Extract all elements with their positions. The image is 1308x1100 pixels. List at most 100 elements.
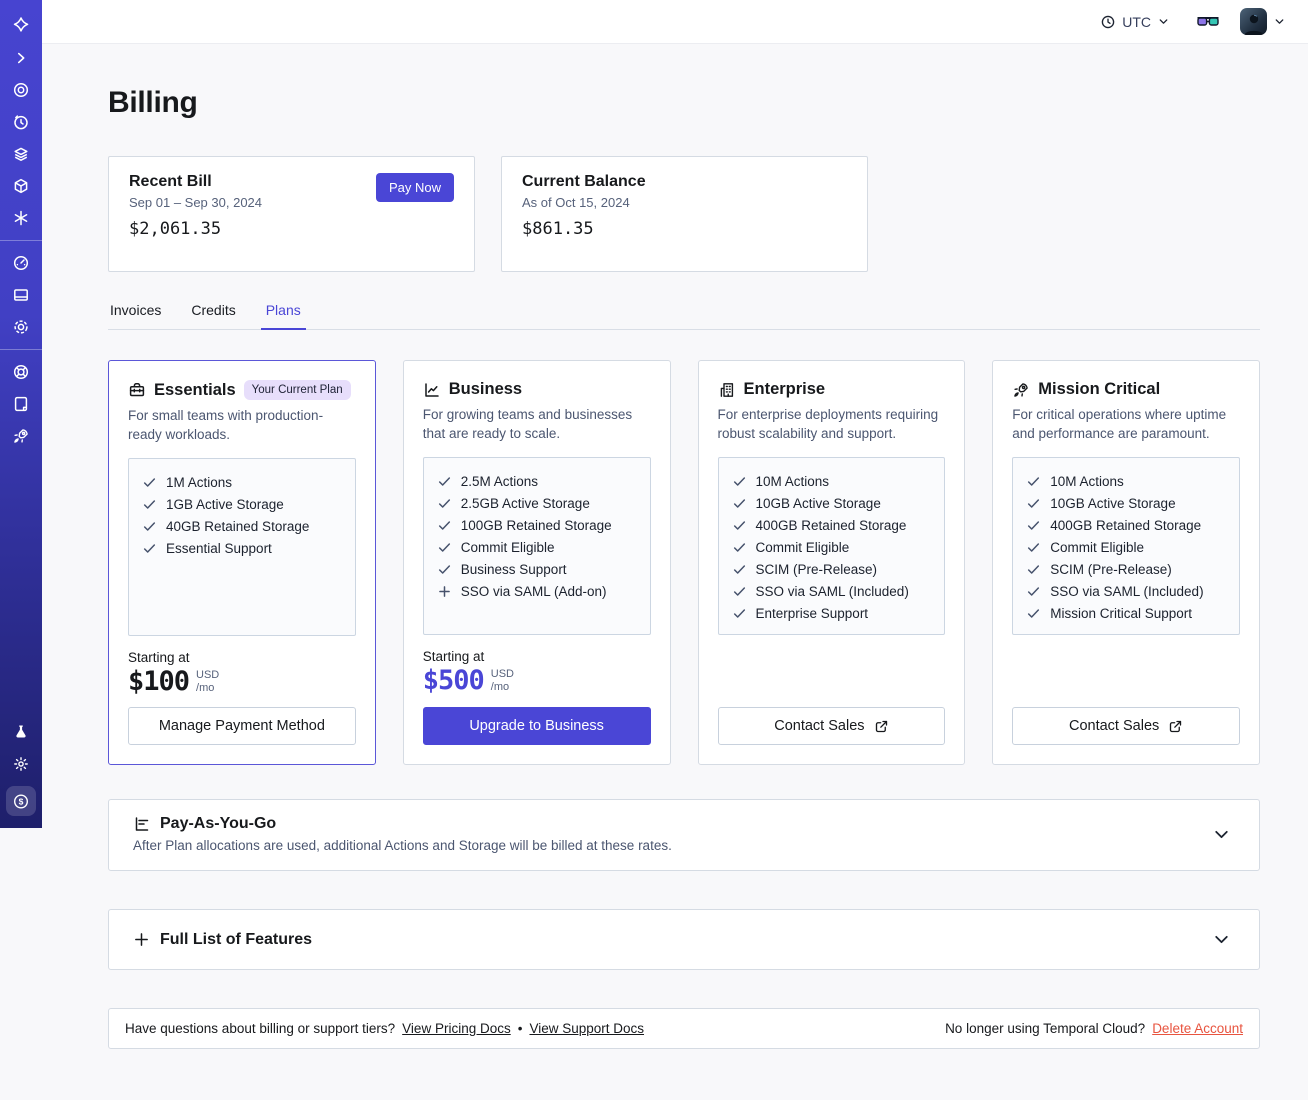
rocket-icon[interactable] — [7, 424, 35, 448]
disc-icon[interactable] — [7, 78, 35, 102]
summary-row: Recent Bill Sep 01 – Sep 30, 2024 Pay No… — [108, 156, 1260, 272]
gear-icon[interactable] — [7, 315, 35, 339]
plan-price: $100 — [128, 666, 190, 697]
feature-item: 10GB Active Storage — [732, 492, 932, 514]
flask-icon[interactable] — [7, 720, 35, 744]
layers-icon[interactable] — [7, 142, 35, 166]
clock-icon — [1100, 14, 1116, 30]
dollar-icon[interactable]: $ — [6, 786, 36, 816]
check-icon — [1026, 518, 1041, 533]
plan-card: Mission Critical For critical operations… — [992, 360, 1260, 765]
check-icon — [732, 474, 747, 489]
feature-item: SCIM (Pre-Release) — [732, 558, 932, 580]
check-icon — [1026, 496, 1041, 511]
view-support-docs-link[interactable]: View Support Docs — [529, 1021, 644, 1036]
tab-plans[interactable]: Plans — [260, 302, 306, 330]
temporal-logo-icon[interactable] — [7, 14, 35, 38]
feature-text: 400GB Retained Storage — [755, 517, 907, 533]
current-balance-card: Current Balance As of Oct 15, 2024 $861.… — [501, 156, 868, 272]
card-icon[interactable] — [7, 283, 35, 307]
footer-question: Have questions about billing or support … — [125, 1021, 396, 1036]
building-icon — [718, 381, 736, 399]
feature-item: 400GB Retained Storage — [732, 514, 932, 536]
check-icon — [142, 475, 157, 490]
feature-item: Enterprise Support — [732, 602, 932, 624]
pay-now-button[interactable]: Pay Now — [375, 173, 454, 202]
tab-credits[interactable]: Credits — [189, 302, 237, 329]
payg-title: Pay-As-You-Go — [160, 815, 277, 832]
check-icon — [142, 497, 157, 512]
feature-text: SSO via SAML (Included) — [1050, 583, 1204, 599]
feature-text: Essential Support — [166, 540, 272, 556]
payg-panel: Pay-As-You-Go After Plan allocations are… — [108, 799, 1260, 871]
gauge-icon[interactable] — [7, 251, 35, 275]
chevron-down-icon[interactable] — [1208, 926, 1235, 953]
sidebar-divider — [0, 240, 42, 241]
feature-item: Mission Critical Support — [1026, 602, 1226, 624]
book-icon[interactable] — [7, 392, 35, 416]
delete-account-link[interactable]: Delete Account — [1152, 1021, 1243, 1036]
starting-at-label: Starting at — [422, 649, 485, 664]
feature-text: Commit Eligible — [460, 539, 555, 555]
check-icon — [1026, 606, 1041, 621]
feature-text: SCIM (Pre-Release) — [1050, 561, 1172, 577]
timer-icon[interactable] — [7, 110, 35, 134]
view-pricing-docs-link[interactable]: View Pricing Docs — [402, 1021, 511, 1036]
tab-invoices[interactable]: Invoices — [108, 302, 163, 329]
current-balance-title: Current Balance — [522, 173, 646, 190]
feature-text: 10GB Active Storage — [755, 495, 881, 511]
plan-name: Essentials — [154, 380, 236, 399]
chevron-right-icon[interactable] — [7, 46, 35, 70]
sun-icon[interactable] — [7, 752, 35, 776]
feature-item: 10M Actions — [732, 470, 932, 492]
plans-row: Essentials Your Current Plan For small t… — [108, 360, 1260, 765]
lifebuoy-icon[interactable] — [7, 360, 35, 384]
check-icon — [732, 606, 747, 621]
chevron-down-icon[interactable] — [1208, 821, 1235, 848]
sidebar: $ — [0, 0, 42, 828]
feature-text: Commit Eligible — [1050, 539, 1145, 555]
feature-item: SSO via SAML (Add-on) — [437, 580, 637, 602]
feature-item: 400GB Retained Storage — [1026, 514, 1226, 536]
glasses-3d-icon[interactable] — [1196, 13, 1220, 30]
recent-bill-card: Recent Bill Sep 01 – Sep 30, 2024 Pay No… — [108, 156, 475, 272]
plan-price-unit: USD/mo — [490, 668, 515, 693]
feature-text: 2.5GB Active Storage — [460, 495, 590, 511]
plan-price-unit: USD/mo — [196, 669, 220, 694]
chevron-down-icon — [1157, 15, 1170, 28]
feature-text: SCIM (Pre-Release) — [755, 561, 878, 577]
plan-feature-box: 2.5M Actions 2.5GB Active Storage 100GB Re… — [422, 457, 651, 635]
plan-price-area: Starting at $500 USD/mo — [423, 649, 651, 696]
feature-item: 10M Actions — [1026, 470, 1226, 492]
page-title: Billing — [108, 86, 198, 119]
feature-item: Commit Eligible — [732, 536, 932, 558]
plan-feature-box: 10M Actions 10GB Active Storage 400GB Reta… — [1012, 457, 1240, 635]
check-icon — [1026, 562, 1041, 577]
check-icon — [732, 518, 747, 533]
asterisk-icon[interactable] — [7, 206, 35, 230]
plan-name: Enterprise — [743, 380, 826, 398]
check-icon — [437, 562, 452, 577]
plan-action-button[interactable]: Contact Sales — [1012, 707, 1240, 745]
cube-icon[interactable] — [7, 174, 35, 198]
plan-feature-box: 10M Actions 10GB Active Storage 400GB Reta… — [717, 457, 946, 635]
plan-card: Enterprise For enterprise deployments re… — [697, 360, 966, 765]
feature-text: 10GB Active Storage — [1050, 495, 1176, 511]
recent-bill-period: Sep 01 – Sep 30, 2024 — [129, 195, 263, 210]
bullet-separator: • — [517, 1021, 523, 1036]
feature-text: Enterprise Support — [755, 605, 869, 621]
plan-action-button[interactable]: Upgrade to Business — [422, 707, 651, 745]
feature-text: 10M Actions — [755, 473, 830, 489]
plan-action-button[interactable]: Contact Sales — [717, 707, 946, 745]
feature-text: 1GB Active Storage — [166, 496, 284, 512]
plan-action-button[interactable]: Manage Payment Method — [128, 707, 356, 745]
plus-icon — [437, 584, 452, 599]
timezone-selector[interactable]: UTC — [1094, 13, 1176, 31]
svg-text:$: $ — [19, 796, 24, 806]
check-icon — [437, 474, 452, 489]
feature-text: Business Support — [460, 561, 567, 577]
account-menu[interactable] — [1240, 8, 1286, 35]
feature-item: 1GB Active Storage — [142, 493, 342, 515]
check-icon — [142, 519, 157, 534]
features-title: Full List of Features — [160, 930, 313, 948]
